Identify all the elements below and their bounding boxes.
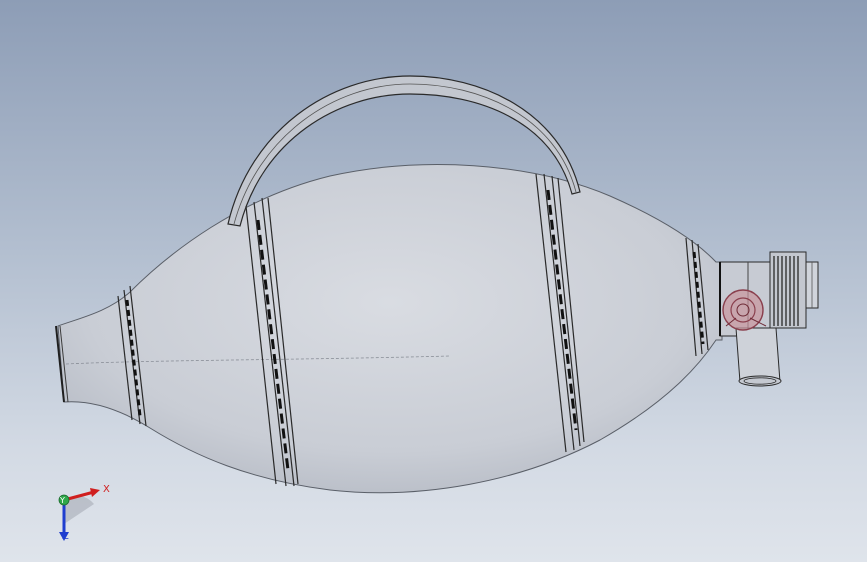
graphics-viewport[interactable]: X Y Z: [0, 0, 867, 562]
x-axis-label: X: [103, 484, 110, 495]
resuscitator-bag-model[interactable]: [0, 0, 867, 562]
bag-body: [57, 164, 723, 494]
x-axis-arrowhead: [90, 488, 100, 497]
z-axis-label: Z: [62, 531, 69, 542]
outlet-threads: [773, 256, 799, 326]
side-port-tube[interactable]: [735, 327, 782, 387]
y-axis-label: Y: [60, 496, 65, 505]
